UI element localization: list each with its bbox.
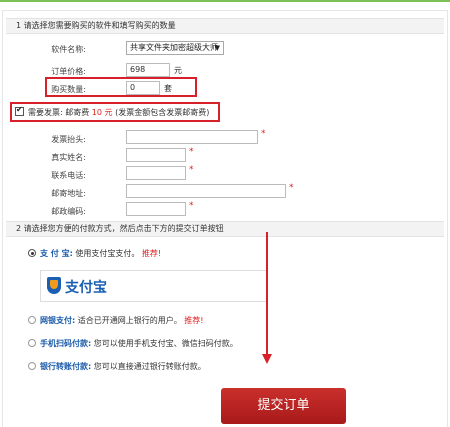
alipay-title: 支 付 宝: <box>40 249 73 258</box>
transfer-desc: 您可以直接通过银行转账付款。 <box>93 362 206 371</box>
price-label: 订单价格: <box>51 67 86 76</box>
alipay-recommend: 推荐! <box>141 249 162 258</box>
phone-input[interactable] <box>126 166 186 180</box>
top-accent-line <box>0 0 450 2</box>
real-name-label: 真实姓名: <box>51 153 86 162</box>
netbank-title: 网银支付: <box>40 316 76 325</box>
required-mark: * <box>289 183 294 193</box>
price-unit: 元 <box>174 66 182 75</box>
invoice-fee: 10 元 <box>91 108 113 117</box>
quantity-unit: 套 <box>164 84 172 93</box>
required-mark: * <box>189 165 194 175</box>
invoice-title-input[interactable] <box>126 130 258 144</box>
scan-title: 手机扫码付款: <box>40 339 92 348</box>
required-mark: * <box>261 129 266 139</box>
required-mark: * <box>189 201 194 211</box>
section1-header: 1 请选择您需要购买的软件和填写购买的数量 <box>6 18 444 34</box>
checkmark-icon: ✔ <box>16 105 23 114</box>
transfer-title: 银行转账付款: <box>40 362 92 371</box>
chevron-down-icon: ▼ <box>214 44 220 52</box>
address-input[interactable] <box>126 184 286 198</box>
invoice-note: (发票金额包含发票邮寄费) <box>115 108 210 117</box>
transfer-radio[interactable] <box>28 362 36 370</box>
invoice-label: 需要发票: 邮寄费 <box>28 108 90 117</box>
invoice-checkbox[interactable]: ✔ <box>15 105 24 116</box>
price-field: 698 <box>126 63 170 77</box>
alipay-radio[interactable] <box>28 249 36 257</box>
address-label: 邮寄地址: <box>51 189 86 198</box>
software-select-value: 共享文件夹加密超级大师 <box>130 43 218 52</box>
scan-desc: 您可以使用手机支付宝、微信扫码付款。 <box>93 339 238 348</box>
alipay-desc: 使用支付宝支付。 <box>75 249 140 258</box>
alipay-logo-panel[interactable]: 支付宝 <box>40 270 268 302</box>
submit-order-button[interactable]: 提交订单 <box>221 388 346 424</box>
netbank-desc: 适合已开通网上银行的用户。 <box>77 316 182 325</box>
netbank-radio[interactable] <box>28 316 36 324</box>
real-name-input[interactable] <box>126 148 186 162</box>
postcode-label: 邮政编码: <box>51 207 86 216</box>
required-mark: * <box>189 147 194 157</box>
alipay-logo-text: 支付宝 <box>65 280 107 296</box>
section2-header: 2 请选择您方便的付款方式，然后点击下方的提交订单按钮 <box>6 221 444 237</box>
scan-radio[interactable] <box>28 339 36 347</box>
arrow-down-icon <box>262 354 272 364</box>
quantity-input[interactable]: 0 <box>126 81 160 95</box>
phone-label: 联系电话: <box>51 171 86 180</box>
quantity-label: 购买数量: <box>51 85 86 94</box>
annotation-arrow-line <box>266 232 268 356</box>
software-select[interactable]: 共享文件夹加密超级大师 ▼ <box>126 41 224 55</box>
invoice-title-label: 发票抬头: <box>51 135 86 144</box>
software-label: 软件名称: <box>51 45 86 54</box>
netbank-recommend: 推荐! <box>184 316 204 325</box>
shield-icon <box>47 277 61 294</box>
postcode-input[interactable] <box>126 202 186 216</box>
